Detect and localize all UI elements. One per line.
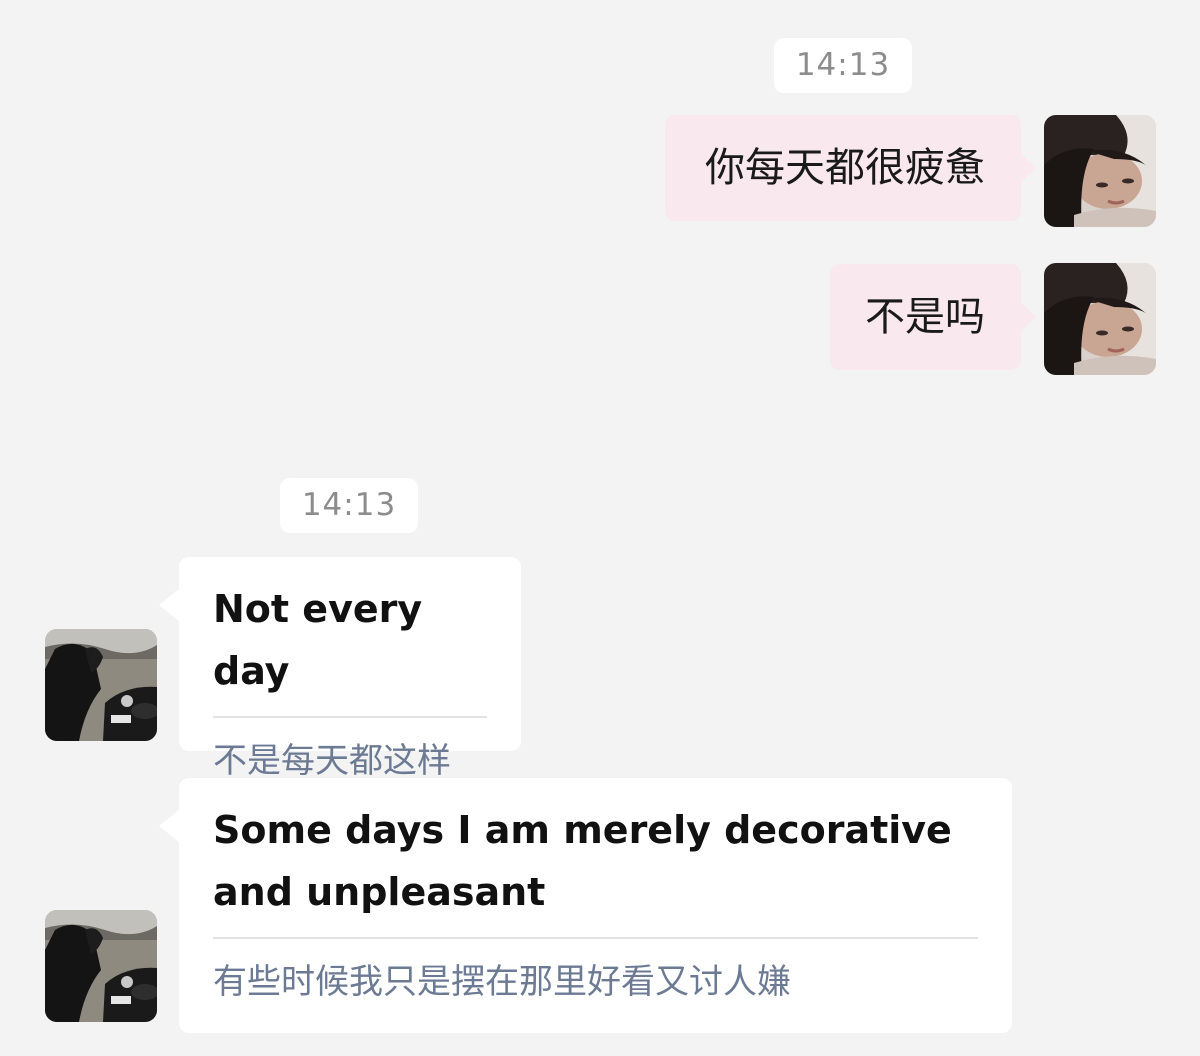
message-original-text: Not every day <box>213 587 423 693</box>
my-avatar[interactable] <box>1044 263 1156 375</box>
incoming-message-bubble[interactable]: Not every day 不是每天都这样 <box>159 557 521 781</box>
avatar-photo-horse-car-icon <box>45 629 157 741</box>
contact-avatar[interactable] <box>45 910 157 1022</box>
outgoing-message-bubble[interactable]: 你每天都很疲惫 <box>665 115 1036 221</box>
timestamp: 14:13 <box>280 478 418 533</box>
translation-divider <box>213 716 487 718</box>
outgoing-message-bubble[interactable]: 不是吗 <box>830 264 1036 370</box>
message-original-text: Some days I am merely decorative and unp… <box>213 808 952 914</box>
incoming-message-bubble[interactable]: Some days I am merely decorative and unp… <box>159 778 1012 1033</box>
message-translation-text: 有些时候我只是摆在那里好看又讨人嫌 <box>213 962 791 1002</box>
contact-avatar[interactable] <box>45 629 157 741</box>
message-text: 你每天都很疲惫 <box>705 145 985 191</box>
message-text: 不是吗 <box>865 294 985 340</box>
my-avatar[interactable] <box>1044 115 1156 227</box>
avatar-photo-horse-car-icon <box>45 910 157 1022</box>
timestamp: 14:13 <box>774 38 912 93</box>
avatar-photo-girl-icon <box>1044 115 1156 227</box>
avatar-photo-girl-icon <box>1044 263 1156 375</box>
translation-divider <box>213 937 978 939</box>
